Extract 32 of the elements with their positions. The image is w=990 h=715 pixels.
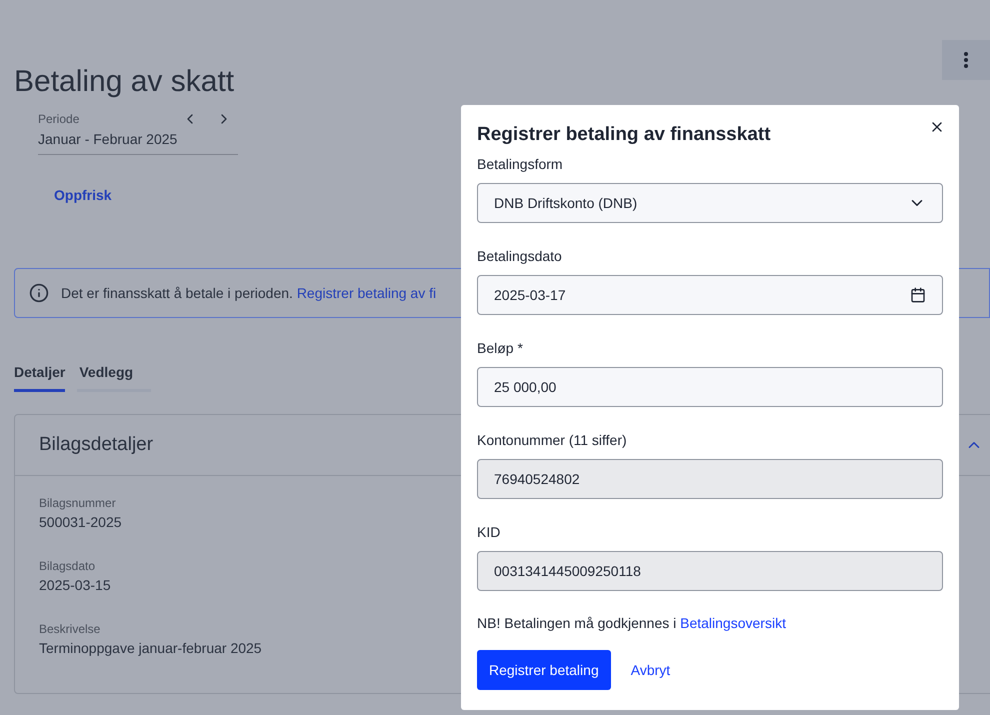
- input-field[interactable]: 25 000,00: [477, 367, 943, 407]
- overview-link[interactable]: Betalingsoversikt: [680, 615, 786, 631]
- cancel-button[interactable]: Avbryt: [630, 660, 670, 680]
- period-value: Januar - Februar 2025: [38, 131, 178, 147]
- date-field[interactable]: 2025-03-17: [477, 275, 943, 315]
- field-label: Bilagsdato: [39, 558, 96, 575]
- field-label: Betalingsdato: [477, 247, 562, 265]
- tab[interactable]: Vedlegg: [77, 362, 152, 392]
- field-label: Beskrivelse: [39, 621, 100, 638]
- tab[interactable]: Detaljer: [14, 362, 66, 392]
- register-button[interactable]: Registrer betaling: [477, 650, 611, 690]
- field-value: 500031-2025: [39, 513, 122, 532]
- info-icon: [29, 283, 49, 303]
- note-text: NB! Betalingen må godkjennes i Betalingsoversikt: [477, 614, 787, 633]
- register-link[interactable]: Registrer betaling av fi: [296, 284, 436, 300]
- field-label: Periode: [38, 111, 80, 128]
- info-text: Det er finansskatt å betale i perioden. Registrer betaling av fi: [61, 284, 436, 303]
- dialog-title: Registrer betaling av finansskatt: [477, 123, 771, 147]
- calendar-icon: [910, 287, 926, 303]
- field-value: 2025-03-15: [39, 576, 111, 595]
- refresh-button[interactable]: Oppfrisk: [54, 185, 112, 206]
- card-title: Bilagsdetaljer: [39, 432, 154, 457]
- more-icon: [964, 52, 968, 68]
- field-label: Bilagsnummer: [39, 495, 116, 512]
- more-button[interactable]: [942, 40, 990, 80]
- field-value: Terminoppgave januar-februar 2025: [39, 639, 262, 658]
- page-title: Betaling av skatt: [14, 64, 236, 100]
- field-label: KID: [477, 523, 500, 541]
- field-label: Kontonummer (11 siffer): [477, 431, 627, 449]
- select-field[interactable]: DNB Driftskonto (DNB): [477, 183, 943, 223]
- field-label: Betalingsform: [477, 155, 563, 173]
- field-label: Beløp *: [477, 339, 523, 357]
